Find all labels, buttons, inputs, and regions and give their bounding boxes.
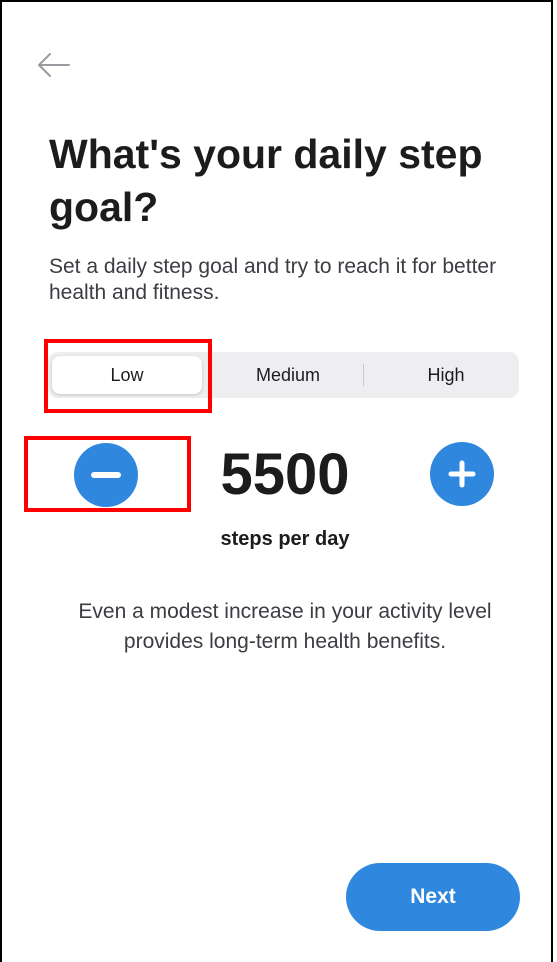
info-text: Even a modest increase in your activity … — [78, 600, 492, 653]
plus-icon — [448, 460, 476, 488]
segment-divider — [363, 364, 364, 386]
decrement-button[interactable] — [74, 443, 138, 507]
minus-icon — [91, 472, 121, 478]
segment-high[interactable]: High — [373, 352, 519, 398]
arrow-left-icon — [38, 53, 70, 77]
page-title: What's your daily step goal? — [49, 131, 483, 230]
page-subtitle: Set a daily step goal and try to reach i… — [49, 255, 497, 304]
goal-level-segmented-control: Low Medium High — [48, 352, 519, 398]
step-goal-value: 5500 — [220, 442, 350, 507]
next-button[interactable]: Next — [346, 863, 520, 931]
increment-button[interactable] — [430, 442, 494, 506]
segment-medium[interactable]: Medium — [218, 352, 358, 398]
steps-unit-label: steps per day — [220, 528, 350, 550]
back-button[interactable] — [36, 50, 72, 80]
segment-low[interactable]: Low — [52, 356, 202, 394]
